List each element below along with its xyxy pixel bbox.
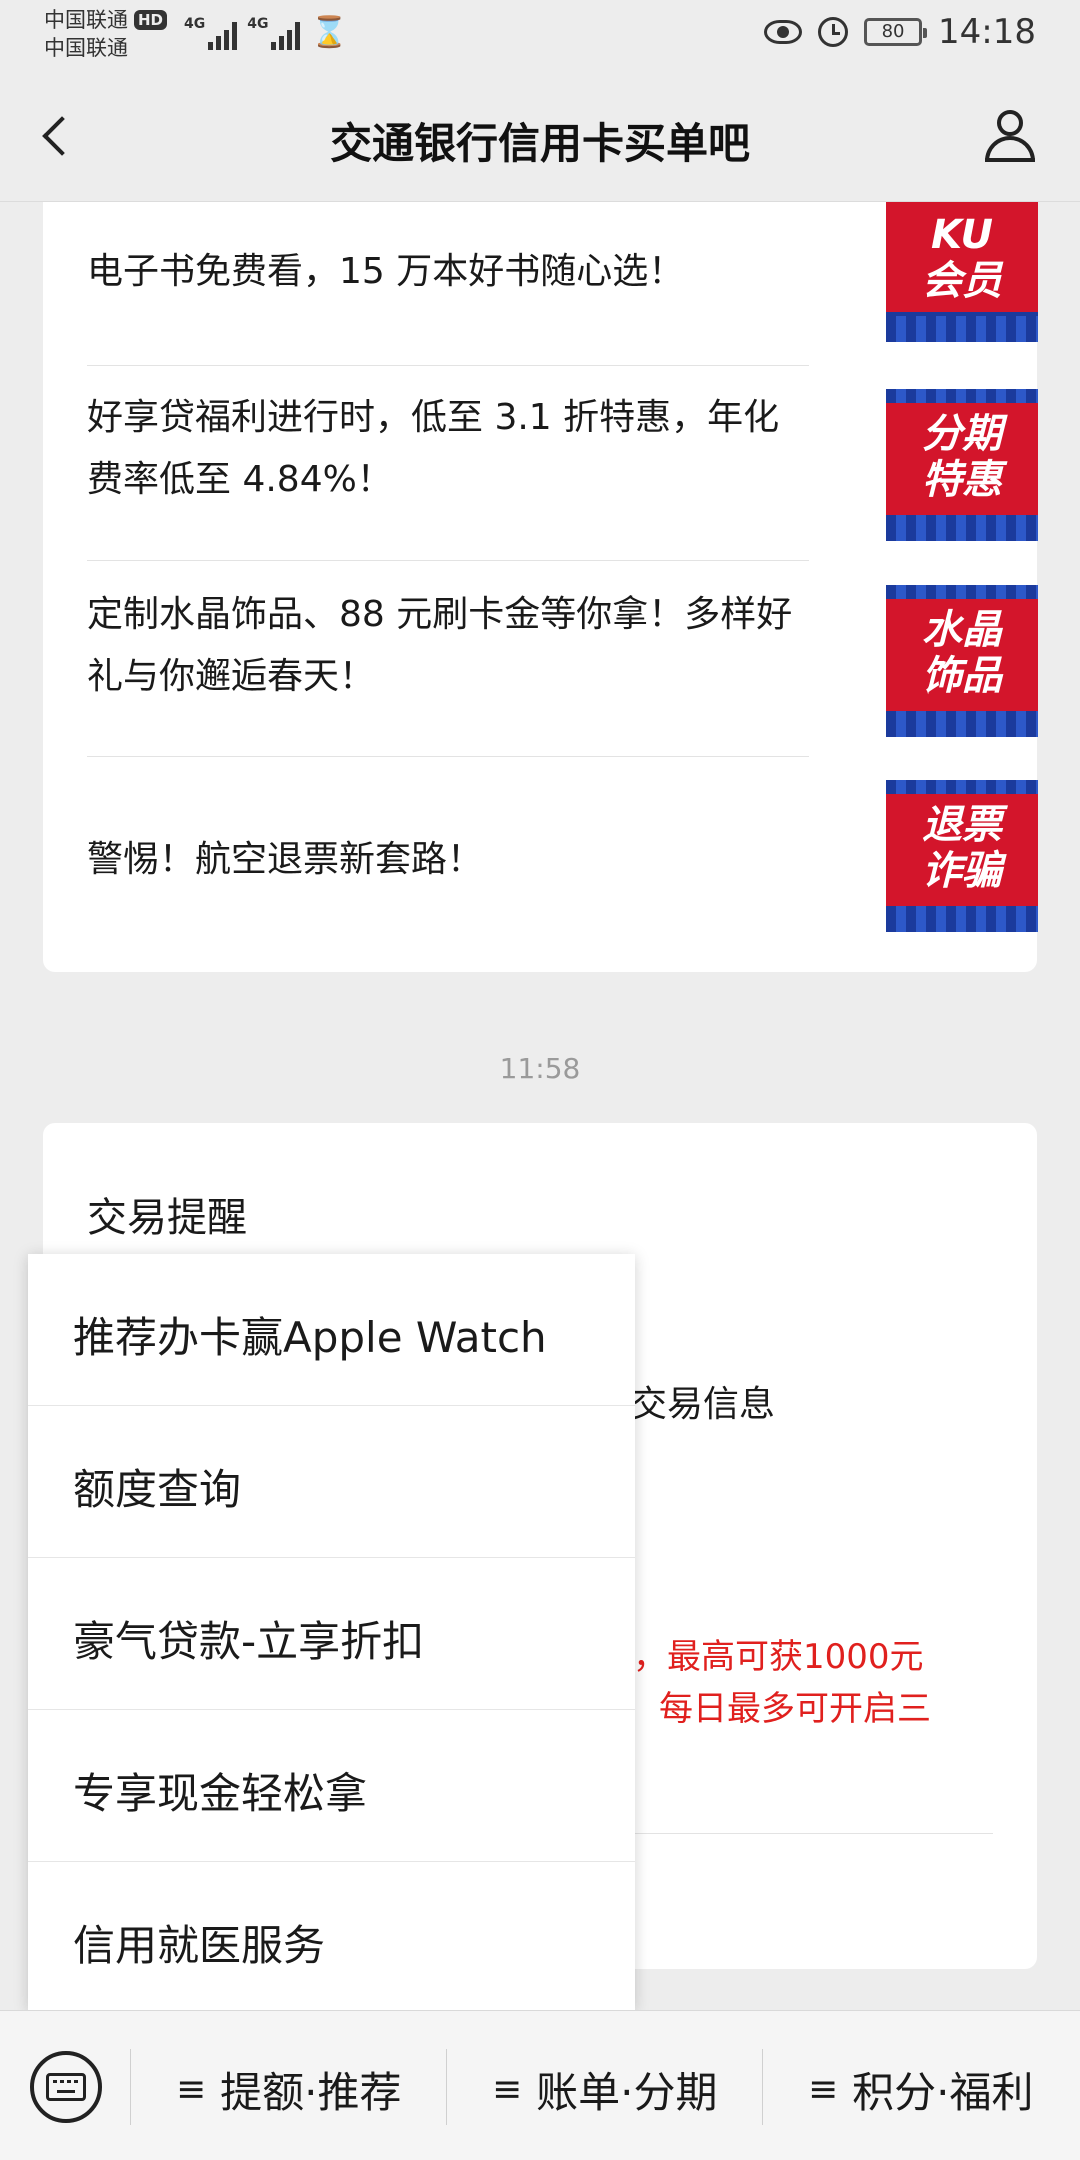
message-timestamp: 11:58 (499, 1052, 581, 1085)
user-icon (997, 110, 1023, 136)
article-thumbnail[interactable]: 分期 特惠 (886, 389, 1038, 541)
promo-text-line-2: 每日最多可开启三 (659, 1689, 931, 1729)
article-title: 电子书免费看，15 万本好书随心选！ (87, 251, 685, 292)
menu-icon: ≡ (176, 2068, 207, 2110)
keyboard-icon (46, 2073, 86, 2101)
bottom-menu-points-benefits[interactable]: ≡ 积分·福利 (808, 2059, 1034, 2119)
bottom-menu-label: 积分·福利 (852, 2067, 1034, 2117)
battery-icon: 80 (864, 18, 928, 46)
transaction-title: 交易提醒 (87, 1195, 247, 1241)
popup-menu: 推荐办卡赢Apple Watch 额度查询 豪气贷款-立享折扣 专享现金轻松拿 … (28, 1254, 635, 2010)
signal-indicators: 4G 4G ⌛ (184, 16, 348, 50)
divider (762, 2049, 763, 2125)
menu-icon: ≡ (808, 2068, 839, 2110)
carrier-2: 中国联通 (44, 36, 128, 60)
hourglass-icon: ⌛ (310, 15, 348, 50)
thumbnail-label: 退票 诈骗 (922, 802, 1002, 894)
divider (87, 756, 809, 757)
article-title: 好享贷福利进行时，低至 3.1 折特惠，年化费率低至 4.84%！ (87, 397, 780, 500)
bottom-menu-bill-installment[interactable]: ≡ 账单·分期 (492, 2059, 718, 2119)
transaction-info-text: 交易信息 (631, 1384, 776, 1425)
signal-icon: 4G (247, 16, 301, 50)
article-title: 警惕！航空退票新套路！ (87, 839, 484, 880)
eye-icon (764, 20, 803, 44)
article-thumbnail[interactable]: 水晶 饰品 (886, 585, 1038, 737)
profile-button[interactable] (980, 106, 1040, 166)
network-type-1: 4G (184, 16, 206, 32)
thumbnail-label: 水晶 饰品 (922, 607, 1002, 699)
divider (87, 365, 809, 366)
divider (446, 2049, 447, 2125)
page-title: 交通银行信用卡买单吧 (329, 119, 750, 168)
hd-badge: HD (134, 10, 168, 30)
carrier-info: 中国联通 HD 中国联通 (44, 6, 168, 62)
menu-item-label: 推荐办卡赢Apple Watch (73, 1313, 547, 1362)
menu-item-credit-limit[interactable]: 额度查询 (28, 1406, 635, 1558)
article-item[interactable]: 定制水晶饰品、88 元刷卡金等你拿！多样好礼与你邂逅春天！ 水晶 饰品 (87, 584, 1038, 759)
status-time: 14:18 (938, 12, 1036, 52)
article-item[interactable]: 电子书免费看，15 万本好书随心选！ KU 会员 (87, 202, 1038, 362)
article-item[interactable]: 警惕！航空退票新套路！ 退票 诈骗 (87, 778, 1038, 953)
signal-icon: 4G (184, 16, 238, 50)
menu-item-label: 额度查询 (73, 1465, 242, 1514)
promo-text-line-1: 箱，最高可获1000元 (599, 1637, 924, 1677)
thumbnail-label: 分期 特惠 (922, 411, 1002, 503)
bottom-menu-quota-recommend[interactable]: ≡ 提额·推荐 (176, 2059, 402, 2119)
menu-item-label: 豪气贷款-立享折扣 (73, 1617, 425, 1666)
article-card: 电子书免费看，15 万本好书随心选！ KU 会员 好享贷福利进行时，低至 3.1… (43, 202, 1038, 972)
menu-item-medical[interactable]: 信用就医服务 (28, 1862, 635, 2014)
nav-bar: 交通银行信用卡买单吧 (0, 70, 1080, 202)
network-type-2: 4G (247, 16, 269, 32)
status-bar: 中国联通 HD 中国联通 4G 4G ⌛ 80 14:18 (0, 0, 1080, 70)
menu-icon: ≡ (492, 2068, 523, 2110)
alarm-icon (818, 17, 849, 47)
carrier-1: 中国联通 (44, 8, 128, 32)
divider (87, 560, 809, 561)
keyboard-toggle-button[interactable] (30, 2051, 102, 2123)
bottom-menu-label: 账单·分期 (536, 2067, 718, 2117)
menu-item-label: 信用就医服务 (73, 1921, 326, 1970)
menu-item-cash[interactable]: 专享现金轻松拿 (28, 1710, 635, 1862)
status-right: 80 14:18 (764, 12, 1036, 52)
menu-item-loan[interactable]: 豪气贷款-立享折扣 (28, 1558, 635, 1710)
article-thumbnail[interactable]: 退票 诈骗 (886, 780, 1038, 932)
bottom-menu-label: 提额·推荐 (220, 2067, 402, 2117)
article-title: 定制水晶饰品、88 元刷卡金等你拿！多样好礼与你邂逅春天！ (87, 594, 793, 697)
article-thumbnail[interactable]: KU 会员 (886, 202, 1038, 342)
thumbnail-label: KU 会员 (922, 212, 1002, 304)
menu-item-apple-watch[interactable]: 推荐办卡赢Apple Watch (28, 1254, 635, 1406)
divider (130, 2049, 131, 2125)
article-item[interactable]: 好享贷福利进行时，低至 3.1 折特惠，年化费率低至 4.84%！ 分期 特惠 (87, 387, 1038, 562)
menu-item-label: 专享现金轻松拿 (73, 1769, 368, 1818)
bottom-menu-bar: ≡ 提额·推荐 ≡ 账单·分期 ≡ 积分·福利 (0, 2010, 1080, 2160)
